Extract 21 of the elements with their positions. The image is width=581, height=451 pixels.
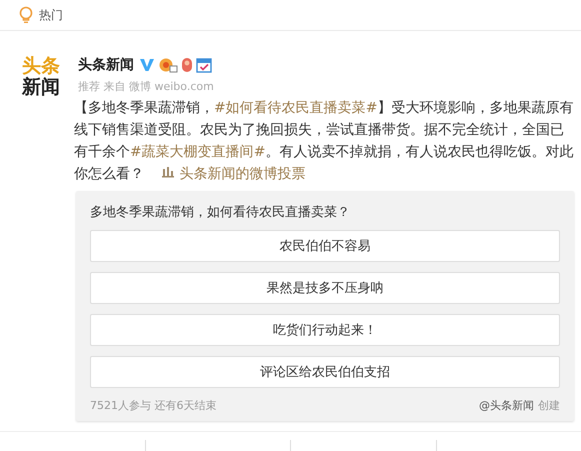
badge-icon <box>181 57 193 73</box>
lightbulb-icon <box>19 6 33 24</box>
creator-link[interactable]: @头条新闻 <box>479 399 534 412</box>
post-text: 【多地冬季果蔬滞销，#如何看待农民直播卖菜#】受大环境影响，多地果蔬原有线下销售渠道受阻。农民为了挽回损失，尝试直播带货。据不完全统计，全国已有千余个#蔬菜大棚变直播间#。有人说卖不掉就捐，有人说农民也得吃饭。对此你怎么看？ 头条新闻的微博投票 <box>74 97 574 185</box>
poll-question: 多地冬季果蔬滞销，如何看待农民直播卖菜？ <box>90 204 351 221</box>
section-title: 热门 <box>39 6 63 24</box>
poll-link[interactable]: 头条新闻的微博投票 <box>162 166 306 182</box>
poll-option[interactable]: 农民伯伯不容易 <box>90 230 560 262</box>
verified-icon <box>139 58 155 72</box>
medal-icon <box>158 57 178 73</box>
poll-option[interactable]: 果然是技多不压身呐 <box>90 272 560 304</box>
calendar-icon <box>196 57 212 73</box>
poll-option[interactable]: 吃货们行动起来！ <box>90 314 560 346</box>
topic-link[interactable]: #如何看待农民直播卖菜# <box>214 100 378 116</box>
topic-link[interactable]: #蔬菜大棚变直播间# <box>130 144 266 160</box>
poll-option[interactable]: 评论区给农民伯伯支招 <box>90 356 560 388</box>
poll-stats: 7521人参与 还有6天结束 <box>90 398 216 413</box>
avatar-logo[interactable]: 头条 新闻 <box>22 56 66 421</box>
author-name[interactable]: 头条新闻 <box>78 56 134 74</box>
post-meta: 推荐 来自 微博 weibo.com <box>78 79 215 94</box>
created-label: 创建 <box>538 399 560 412</box>
